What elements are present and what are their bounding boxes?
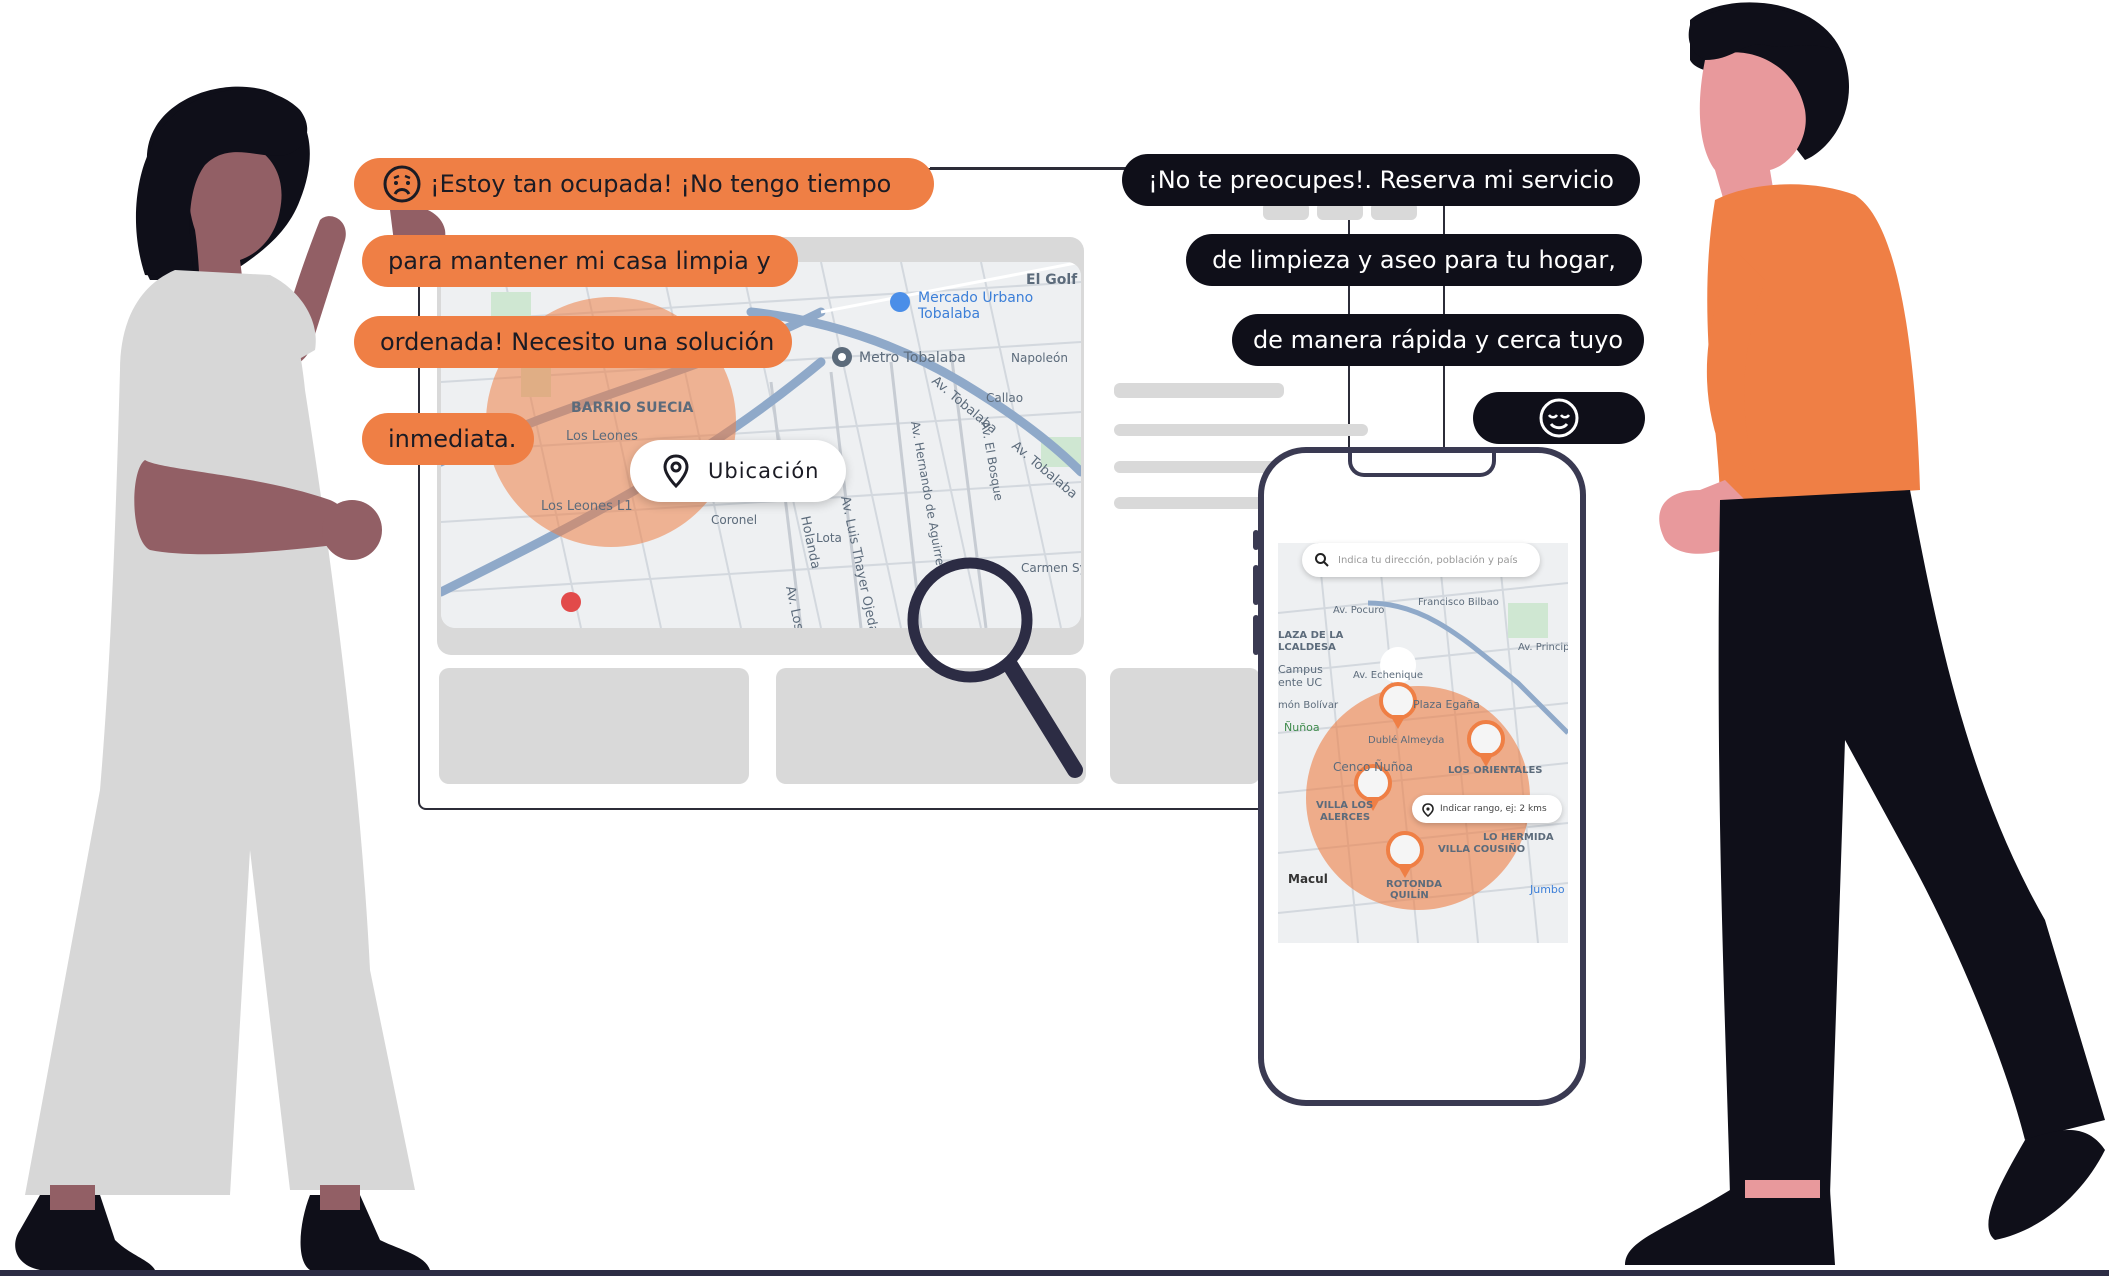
map-label: Los Leones L1 <box>541 499 633 514</box>
text-placeholder-line <box>1114 424 1368 436</box>
content-card[interactable] <box>439 668 749 784</box>
man-speech-text-2: de limpieza y aseo para tu hogar, <box>1212 246 1616 274</box>
content-card[interactable] <box>1110 668 1260 784</box>
map-label: ALERCES <box>1320 812 1370 823</box>
magnifying-glass-icon <box>907 557 1083 778</box>
map-label: Lota <box>816 531 842 545</box>
phone-map-svg: Av. Pocuro Francisco Bilbao LAZA DE LA L… <box>1278 543 1568 943</box>
location-button[interactable]: Ubicación <box>630 440 846 502</box>
map-label: ROTONDA <box>1386 879 1442 890</box>
phone-map[interactable]: Av. Pocuro Francisco Bilbao LAZA DE LA L… <box>1278 543 1568 943</box>
map-label: VILLA COUSIÑO <box>1438 842 1525 855</box>
woman-speech-bubble-3: ordenada! Necesito una solución <box>354 316 792 368</box>
map-label: Av. Pocuro <box>1333 605 1384 616</box>
phone-side-button <box>1253 530 1259 550</box>
map-label: Jumbo <box>1529 883 1565 896</box>
phone-side-button <box>1253 565 1259 605</box>
text-placeholder-line <box>1114 461 1284 473</box>
map-label: món Bolívar <box>1278 699 1339 711</box>
man-speech-bubble-2: de limpieza y aseo para tu hogar, <box>1186 234 1642 286</box>
map-label: Metro Tobalaba <box>859 350 966 366</box>
map-label: LCALDESA <box>1278 642 1336 653</box>
man-speech-bubble-3: de manera rápida y cerca tuyo <box>1232 314 1644 366</box>
map-label: Coronel <box>711 513 757 527</box>
location-pin-icon <box>1422 802 1434 818</box>
map-label: LOS ORIENTALES <box>1448 765 1543 776</box>
map-label: Los Leones <box>566 429 638 444</box>
text-placeholder-line <box>1114 383 1284 398</box>
man-speech-text-3: de manera rápida y cerca tuyo <box>1252 326 1624 354</box>
man-speech-bubble-1: ¡No te preocupes!. Reserva mi servicio <box>1122 154 1640 206</box>
woman-speech-text-2: para mantener mi casa limpia y <box>388 247 771 275</box>
smiling-face-icon <box>1538 397 1580 439</box>
woman-speech-bubble-2: para mantener mi casa limpia y <box>362 235 798 287</box>
map-label: Tobalaba <box>917 306 980 322</box>
map-label: Plaza Egaña <box>1413 698 1480 711</box>
map-label: LAZA DE LA <box>1278 630 1344 641</box>
map-label: Mercado Urbano <box>918 290 1033 306</box>
map-label: Callao <box>986 391 1023 405</box>
map-label: Macul <box>1288 872 1328 886</box>
map-label: Cenco Ñuñoa <box>1333 759 1413 774</box>
map-label: VILLA LOS <box>1316 800 1373 811</box>
location-button-label: Ubicación <box>708 459 820 483</box>
map-label: El Golf <box>1026 272 1078 288</box>
location-pin-icon <box>662 454 690 489</box>
map-label: QUILÍN <box>1390 888 1429 901</box>
phone-notch <box>1348 453 1496 477</box>
search-placeholder: Indica tu dirección, población y país <box>1338 554 1518 566</box>
phone-frame: Av. Pocuro Francisco Bilbao LAZA DE LA L… <box>1258 447 1586 1106</box>
phone-search-input[interactable]: Indica tu dirección, población y país <box>1302 543 1540 577</box>
ground-line <box>0 1270 2109 1276</box>
worried-face-icon <box>382 164 422 204</box>
woman-speech-bubble-1: ¡Estoy tan ocupada! ¡No tengo tiempo <box>354 158 934 210</box>
map-label: Av. Echenique <box>1353 670 1423 681</box>
map-label: Ñuñoa <box>1284 721 1320 734</box>
range-input[interactable]: Indicar rango, ej: 2 kms <box>1412 795 1562 823</box>
map-label: Campus <box>1278 663 1323 676</box>
woman-speech-text-3: ordenada! Necesito una solución <box>380 328 775 356</box>
map-label: LO HERMIDA <box>1483 832 1554 843</box>
man-speech-text-1: ¡No te preocupes!. Reserva mi servicio <box>1148 166 1614 194</box>
connector-line <box>930 167 1130 169</box>
woman-speech-text-1: ¡Estoy tan ocupada! ¡No tengo tiempo <box>430 170 892 198</box>
range-placeholder: Indicar rango, ej: 2 kms <box>1440 804 1547 814</box>
map-label: Napoleón <box>1011 351 1068 365</box>
map-label: Dublé Almeyda <box>1368 734 1444 746</box>
woman-speech-text-4: inmediata. <box>388 425 517 453</box>
man-emoji-bubble <box>1473 392 1645 444</box>
woman-speech-bubble-4: inmediata. <box>362 413 534 465</box>
phone-side-button <box>1253 615 1259 655</box>
search-icon <box>1314 552 1330 568</box>
map-label: ente UC <box>1278 676 1322 689</box>
map-label: Francisco Bilbao <box>1418 597 1499 608</box>
map-label: BARRIO SUECIA <box>571 400 694 416</box>
map-label: Av. Princip <box>1518 642 1568 653</box>
